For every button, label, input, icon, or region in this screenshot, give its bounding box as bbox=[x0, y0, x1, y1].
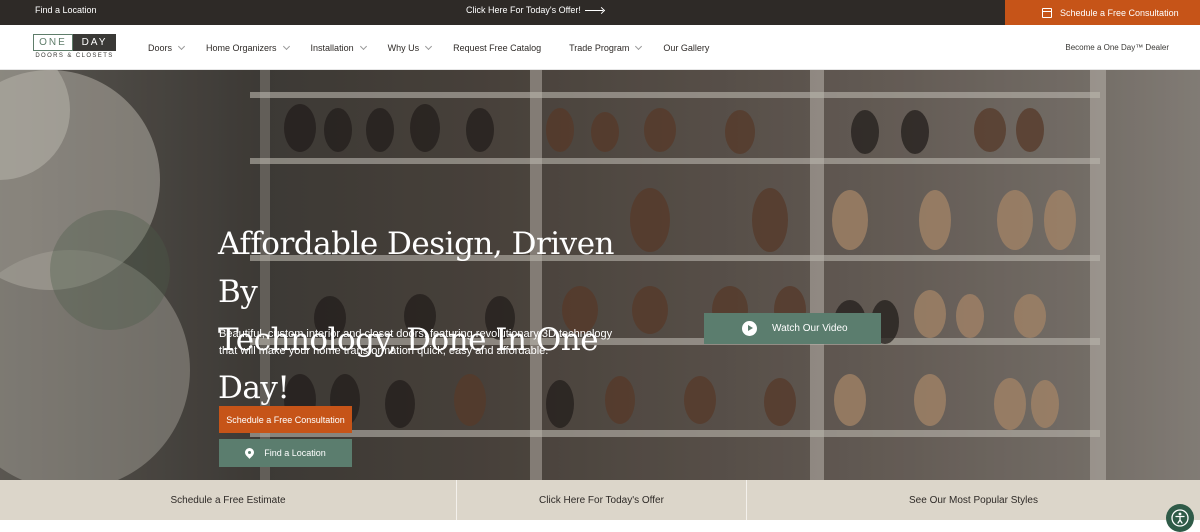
strip-item-label: See Our Most Popular Styles bbox=[909, 494, 1038, 506]
chevron-down-icon bbox=[359, 42, 367, 50]
main-navigation: ONE DAY DOORS & CLOSETS Doors Home Organ… bbox=[0, 25, 1200, 70]
todays-offer-link[interactable]: Click Here For Today's Offer! bbox=[466, 0, 605, 20]
schedule-consultation-top-label: Schedule a Free Consultation bbox=[1060, 7, 1179, 18]
logo-subtitle: DOORS & CLOSETS bbox=[35, 53, 114, 59]
accessibility-button[interactable] bbox=[1166, 504, 1194, 532]
accessibility-icon bbox=[1171, 509, 1189, 527]
one-day-logo[interactable]: ONE DAY DOORS & CLOSETS bbox=[33, 34, 116, 61]
find-location-label: Find a Location bbox=[264, 448, 326, 458]
chevron-down-icon bbox=[282, 42, 290, 50]
nav-item-trade-program[interactable]: Trade Program bbox=[569, 42, 643, 53]
arrow-right-icon bbox=[584, 6, 605, 14]
chevron-down-icon bbox=[177, 42, 186, 50]
todays-offer-strip-link[interactable]: Click Here For Today's Offer bbox=[457, 480, 747, 520]
schedule-consultation-label: Schedule a Free Consultation bbox=[226, 414, 345, 425]
hero-title: Affordable Design, Driven By Technology,… bbox=[218, 220, 638, 412]
watch-video-button[interactable]: Watch Our Video bbox=[704, 313, 881, 344]
watch-video-label: Watch Our Video bbox=[772, 323, 848, 334]
todays-offer-label: Click Here For Today's Offer! bbox=[466, 5, 581, 15]
nav-item-label: Doors bbox=[148, 42, 173, 53]
page-bottom-area bbox=[0, 520, 1200, 532]
nav-item-installation[interactable]: Installation bbox=[310, 42, 367, 53]
find-location-link[interactable]: Find a Location bbox=[35, 0, 97, 20]
chevron-down-icon bbox=[425, 42, 433, 50]
nav-item-our-gallery[interactable]: Our Gallery bbox=[663, 43, 709, 53]
nav-item-label: Trade Program bbox=[569, 42, 630, 53]
hero-section: Affordable Design, Driven By Technology,… bbox=[0, 70, 1200, 480]
schedule-consultation-button[interactable]: Schedule a Free Consultation bbox=[219, 406, 352, 433]
top-utility-bar: Find a Location Click Here For Today's O… bbox=[0, 0, 1200, 25]
calendar-icon bbox=[1042, 7, 1052, 18]
chevron-down-icon bbox=[635, 42, 643, 50]
nav-item-doors[interactable]: Doors bbox=[148, 42, 186, 53]
logo-word-one: ONE bbox=[33, 34, 73, 51]
become-dealer-link[interactable]: Become a One Day™ Dealer bbox=[1065, 25, 1169, 70]
hero-title-line-1: Affordable Design, Driven By bbox=[218, 226, 615, 310]
promo-strip: Schedule a Free Estimate Click Here For … bbox=[0, 480, 1200, 520]
nav-item-label: Why Us bbox=[387, 42, 420, 53]
play-icon bbox=[742, 321, 757, 336]
nav-item-home-organizers[interactable]: Home Organizers bbox=[206, 42, 290, 53]
nav-item-label: Our Gallery bbox=[663, 42, 710, 53]
schedule-consultation-top-button[interactable]: Schedule a Free Consultation bbox=[1005, 0, 1200, 25]
popular-styles-link[interactable]: See Our Most Popular Styles bbox=[747, 480, 1200, 520]
nav-item-request-catalog[interactable]: Request Free Catalog bbox=[453, 43, 541, 53]
nav-item-why-us[interactable]: Why Us bbox=[387, 42, 433, 53]
strip-item-label: Schedule a Free Estimate bbox=[170, 494, 286, 506]
strip-item-label: Click Here For Today's Offer bbox=[539, 494, 664, 506]
logo-word-day: DAY bbox=[73, 34, 116, 51]
map-pin-icon bbox=[245, 448, 254, 459]
hero-subtitle: Beautiful, custom interior and closet do… bbox=[219, 328, 613, 357]
nav-menu: Doors Home Organizers Installation Why U… bbox=[148, 25, 731, 70]
nav-item-label: Installation bbox=[310, 42, 354, 53]
nav-item-label: Home Organizers bbox=[206, 42, 277, 53]
nav-item-label: Request Free Catalog bbox=[453, 42, 542, 53]
find-location-button[interactable]: Find a Location bbox=[219, 439, 352, 467]
free-estimate-link[interactable]: Schedule a Free Estimate bbox=[0, 480, 457, 520]
